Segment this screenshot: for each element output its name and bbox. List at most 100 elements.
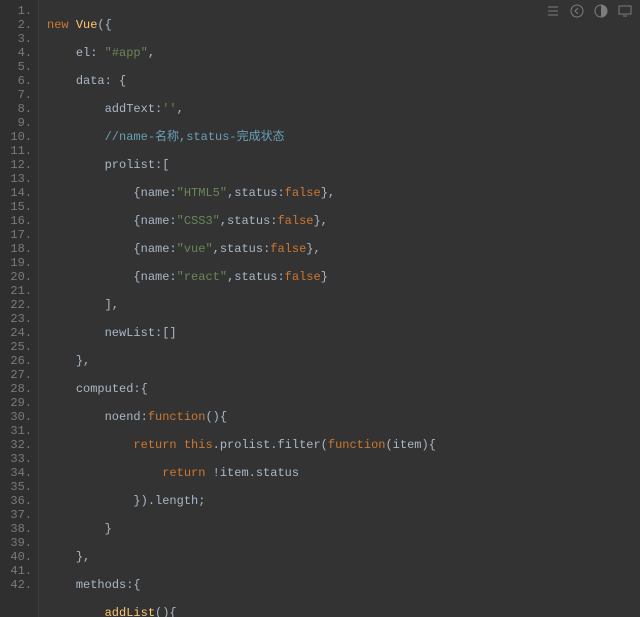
brace: } xyxy=(105,522,112,536)
line-number: 35. xyxy=(0,480,32,494)
bracket: ], xyxy=(105,298,119,312)
bracket: [ xyxy=(162,158,169,172)
prop-key: addText: xyxy=(105,102,163,116)
keyword: return xyxy=(133,438,176,452)
line-number: 17. xyxy=(0,228,32,242)
brace: { xyxy=(141,382,148,396)
code-editor: 1.2.3.4.5.6.7.8.9.10.11.12.13.14.15.16.1… xyxy=(0,0,640,617)
line-number: 34. xyxy=(0,466,32,480)
string: '' xyxy=(162,102,176,116)
prop-key: prolist: xyxy=(105,158,163,172)
prop-key: name: xyxy=(141,186,177,200)
paren: (){ xyxy=(155,606,177,617)
class-name: Vue xyxy=(76,18,98,32)
line-number: 42. xyxy=(0,578,32,592)
brace: { xyxy=(133,578,140,592)
string: "HTML5" xyxy=(177,186,227,200)
line-number: 27. xyxy=(0,368,32,382)
brace: { xyxy=(133,186,140,200)
prop-key: ,status: xyxy=(213,242,271,256)
string: "vue" xyxy=(177,242,213,256)
line-number: 23. xyxy=(0,312,32,326)
screen-icon[interactable] xyxy=(618,4,632,18)
line-number: 12. xyxy=(0,158,32,172)
code-area[interactable]: new Vue({ el: "#app", data: { addText:''… xyxy=(39,0,640,617)
keyword: function xyxy=(328,438,386,452)
prop-key: noend: xyxy=(105,410,148,424)
line-number: 4. xyxy=(0,46,32,60)
prop-key: ,status: xyxy=(227,186,285,200)
prop-key: name: xyxy=(141,242,177,256)
line-number: 5. xyxy=(0,60,32,74)
prop-key: computed: xyxy=(76,382,141,396)
line-number: 26. xyxy=(0,354,32,368)
boolean: false xyxy=(270,242,306,256)
keyword: function xyxy=(148,410,206,424)
brace: { xyxy=(133,270,140,284)
boolean: false xyxy=(277,214,313,228)
prop-key: ,status: xyxy=(227,270,285,284)
brace: }, xyxy=(321,186,335,200)
contrast-icon[interactable] xyxy=(594,4,608,18)
brace: }, xyxy=(76,550,90,564)
line-number: 6. xyxy=(0,74,32,88)
line-number: 20. xyxy=(0,270,32,284)
line-number: 14. xyxy=(0,186,32,200)
toolbar xyxy=(546,4,632,18)
back-icon[interactable] xyxy=(570,4,584,18)
string: "CSS3" xyxy=(177,214,220,228)
keyword: return xyxy=(162,466,205,480)
boolean: false xyxy=(285,270,321,284)
code-text: !item.status xyxy=(205,466,299,480)
line-number: 38. xyxy=(0,522,32,536)
line-number: 32. xyxy=(0,438,32,452)
keyword: new xyxy=(47,18,69,32)
line-number: 13. xyxy=(0,172,32,186)
prop-key: ,status: xyxy=(220,214,278,228)
string: "#app" xyxy=(105,46,148,60)
line-number: 41. xyxy=(0,564,32,578)
prop-key: newList: xyxy=(105,326,163,340)
line-number: 2. xyxy=(0,18,32,32)
method-name: addList xyxy=(105,606,155,617)
list-icon[interactable] xyxy=(546,4,560,18)
line-number: 1. xyxy=(0,4,32,18)
comma: , xyxy=(148,46,155,60)
comma: , xyxy=(177,102,184,116)
brace: ({ xyxy=(97,18,111,32)
line-number: 37. xyxy=(0,508,32,522)
prop-key: el: xyxy=(76,46,98,60)
prop-key: methods: xyxy=(76,578,134,592)
brace: { xyxy=(133,214,140,228)
line-gutter: 1.2.3.4.5.6.7.8.9.10.11.12.13.14.15.16.1… xyxy=(0,0,39,617)
line-number: 16. xyxy=(0,214,32,228)
bracket: [] xyxy=(162,326,176,340)
code-text: (item){ xyxy=(385,438,435,452)
brace: { xyxy=(112,74,126,88)
brace: { xyxy=(133,242,140,256)
this-keyword: this xyxy=(184,438,213,452)
code-text: .prolist.filter( xyxy=(213,438,328,452)
prop-key: data: xyxy=(76,74,112,88)
line-number: 36. xyxy=(0,494,32,508)
line-number: 3. xyxy=(0,32,32,46)
string: "react" xyxy=(177,270,227,284)
comment: //name-名称,status-完成状态 xyxy=(105,130,285,144)
line-number: 33. xyxy=(0,452,32,466)
brace: }, xyxy=(313,214,327,228)
line-number: 29. xyxy=(0,396,32,410)
line-number: 8. xyxy=(0,102,32,116)
brace: } xyxy=(321,270,328,284)
line-number: 31. xyxy=(0,424,32,438)
line-number: 15. xyxy=(0,200,32,214)
prop-key: name: xyxy=(141,214,177,228)
line-number: 22. xyxy=(0,298,32,312)
line-number: 39. xyxy=(0,536,32,550)
line-number: 18. xyxy=(0,242,32,256)
prop-key: name: xyxy=(141,270,177,284)
line-number: 9. xyxy=(0,116,32,130)
line-number: 19. xyxy=(0,256,32,270)
line-number: 11. xyxy=(0,144,32,158)
line-number: 7. xyxy=(0,88,32,102)
paren: (){ xyxy=(205,410,227,424)
